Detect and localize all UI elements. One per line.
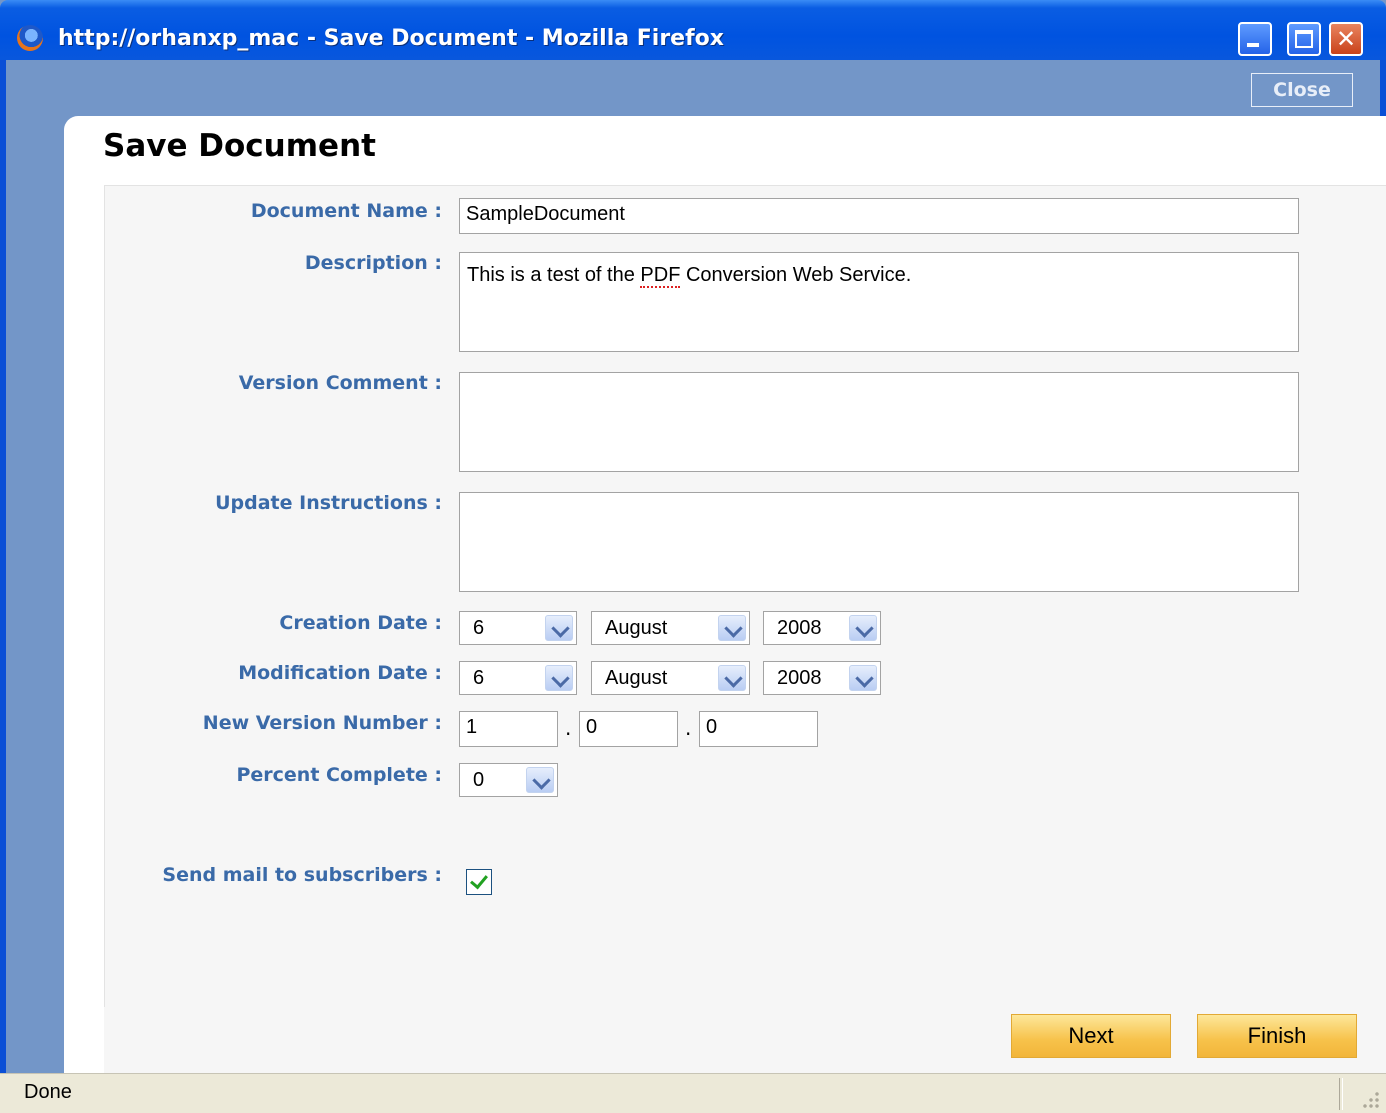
send-mail-label: Send mail to subscribers : [162, 864, 442, 886]
next-button[interactable]: Next [1011, 1014, 1171, 1058]
maximize-icon [1295, 30, 1313, 48]
description-label: Description : [304, 252, 442, 274]
chevron-down-icon [849, 665, 877, 691]
chevron-down-icon [545, 665, 573, 691]
version-patch-value: 0 [706, 716, 718, 738]
version-patch-input[interactable]: 0 [699, 711, 818, 747]
finish-button[interactable]: Finish [1197, 1014, 1357, 1058]
update-instructions-textarea[interactable] [459, 492, 1299, 592]
creation-year-value: 2008 [777, 617, 822, 639]
modification-month-value: August [605, 667, 668, 689]
version-separator: . [685, 716, 692, 740]
version-minor-value: 0 [586, 716, 598, 738]
creation-month-select[interactable]: August [591, 611, 750, 645]
document-name-label: Document Name : [250, 200, 442, 222]
creation-date-label: Creation Date : [279, 612, 442, 634]
update-instructions-label: Update Instructions : [215, 492, 442, 514]
chevron-down-icon [718, 615, 746, 641]
modification-year-select[interactable]: 2008 [763, 661, 881, 695]
percent-complete-label: Percent Complete : [236, 764, 442, 786]
firefox-icon [17, 25, 43, 51]
button-bar [104, 1007, 1386, 1074]
send-mail-checkbox[interactable] [466, 869, 492, 895]
window-close-button[interactable]: ✕ [1329, 22, 1363, 56]
minimize-icon [1247, 43, 1259, 47]
creation-year-select[interactable]: 2008 [763, 611, 881, 645]
status-divider [1339, 1078, 1343, 1110]
chevron-down-icon [849, 615, 877, 641]
modification-year-value: 2008 [777, 667, 822, 689]
creation-day-value: 6 [473, 617, 485, 639]
creation-month-value: August [605, 617, 668, 639]
version-comment-label: Version Comment : [238, 372, 442, 394]
status-bar: Done [0, 1073, 1386, 1113]
chevron-down-icon [545, 615, 573, 641]
page-title: Save Document [103, 128, 376, 164]
description-textarea[interactable]: This is a test of the PDF Conversion Web… [459, 252, 1299, 352]
resize-grip-icon[interactable] [1362, 1091, 1380, 1109]
chevron-down-icon [718, 665, 746, 691]
minimize-button[interactable] [1238, 22, 1272, 56]
percent-complete-value: 0 [473, 769, 485, 791]
chevron-down-icon [526, 767, 554, 793]
new-version-number-label: New Version Number : [202, 712, 442, 734]
modification-day-value: 6 [473, 667, 485, 689]
version-comment-textarea[interactable] [459, 372, 1299, 472]
close-x-icon: ✕ [1335, 25, 1357, 53]
modification-day-select[interactable]: 6 [459, 661, 577, 695]
close-button[interactable]: Close [1251, 73, 1353, 107]
window-title: http://orhanxp_mac - Save Document - Moz… [58, 26, 724, 51]
version-major-input[interactable]: 1 [459, 711, 558, 747]
description-misspelled-word: PDF [640, 264, 681, 288]
version-major-value: 1 [466, 716, 478, 738]
version-separator: . [565, 716, 572, 740]
modification-month-select[interactable]: August [591, 661, 750, 695]
version-minor-input[interactable]: 0 [579, 711, 678, 747]
status-text: Done [24, 1081, 72, 1103]
document-name-input[interactable]: SampleDocument [459, 198, 1299, 234]
description-text-start: This is a test of the [467, 264, 641, 286]
maximize-button[interactable] [1287, 22, 1321, 56]
document-name-value: SampleDocument [466, 203, 625, 225]
creation-day-select[interactable]: 6 [459, 611, 577, 645]
modification-date-label: Modification Date : [238, 662, 442, 684]
percent-complete-select[interactable]: 0 [459, 763, 558, 797]
description-text-end: Conversion Web Service. [680, 264, 912, 286]
